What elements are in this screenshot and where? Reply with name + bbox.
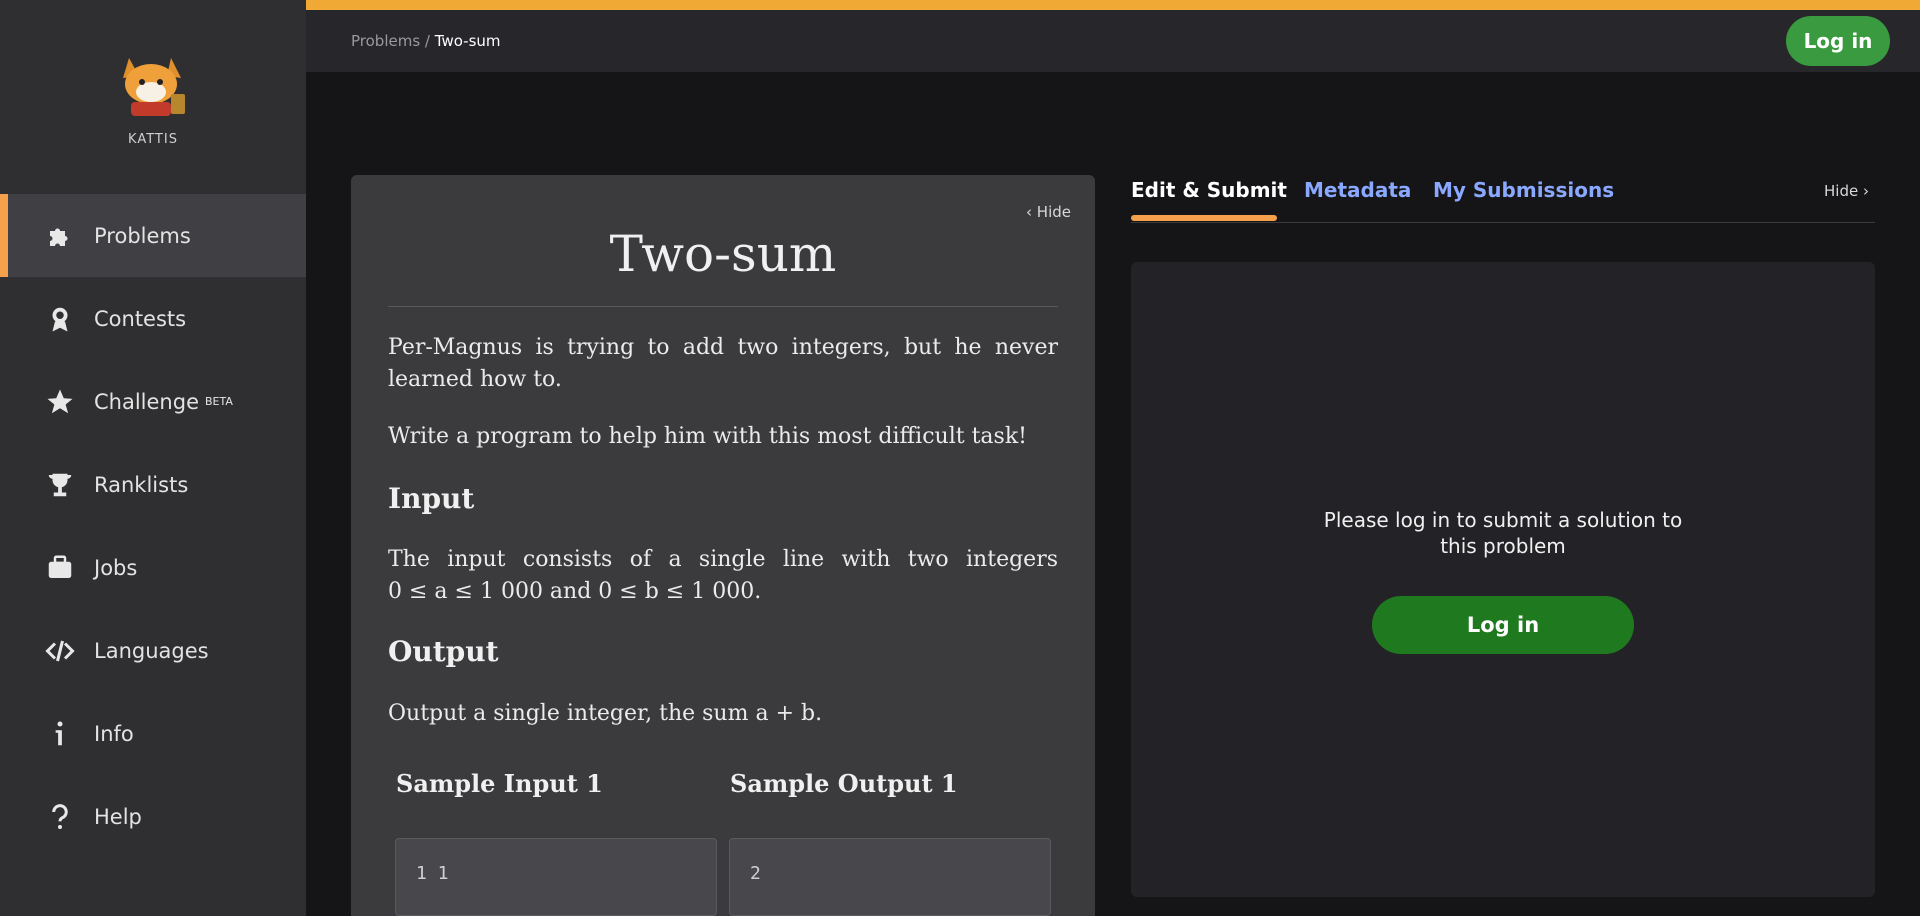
chevron-left-icon: ‹	[1026, 203, 1033, 221]
award-icon	[44, 303, 76, 335]
input-heading: Input	[388, 482, 475, 515]
breadcrumb: Problems / Two-sum	[351, 32, 501, 50]
trophy-icon	[44, 469, 76, 501]
sidebar-nav: Problems Contests Challenge BETA Ranklis…	[0, 194, 306, 858]
sidebar-item-jobs[interactable]: Jobs	[0, 526, 306, 609]
breadcrumb-separator: /	[424, 32, 430, 50]
header-login-button[interactable]: Log in	[1786, 16, 1890, 66]
output-text: Output a single integer, the sum a + b.	[388, 701, 823, 726]
sidebar-item-label: Ranklists	[94, 472, 189, 497]
login-message-line-2: this problem	[1440, 534, 1566, 558]
sidebar-item-languages[interactable]: Languages	[0, 609, 306, 692]
submit-panel: Please log in to submit a solution to th…	[1131, 262, 1875, 897]
active-tab-indicator	[1131, 215, 1277, 221]
top-bar: Problems / Two-sum Log in	[306, 10, 1920, 72]
hide-label: Hide	[1036, 203, 1071, 221]
breadcrumb-current: Two-sum	[434, 32, 501, 50]
tab-my-submissions[interactable]: My Submissions	[1433, 178, 1614, 202]
sidebar-item-label: Jobs	[94, 555, 138, 580]
hide-submit-toggle[interactable]: Hide ›	[1824, 182, 1869, 200]
input-text-line-1: The input consists of a single line with…	[388, 547, 1058, 572]
tab-metadata[interactable]: Metadata	[1304, 178, 1411, 202]
hide-problem-toggle[interactable]: ‹ Hide	[1026, 203, 1071, 221]
sample-output-heading: Sample Output 1	[730, 769, 958, 798]
sidebar-item-label: Challenge	[94, 389, 199, 414]
sidebar-item-help[interactable]: Help	[0, 775, 306, 858]
sample-input-heading: Sample Input 1	[396, 769, 603, 798]
problem-panel: ‹ Hide Two-sum Per-Magnus is trying to a…	[351, 175, 1095, 916]
puzzle-icon	[44, 220, 76, 252]
kattis-cat-logo-icon	[109, 50, 197, 120]
info-icon	[44, 718, 76, 750]
logo-label: KATTIS	[128, 132, 178, 147]
breadcrumb-problems-link[interactable]: Problems	[351, 32, 420, 50]
sidebar-item-problems[interactable]: Problems	[0, 194, 306, 277]
star-icon	[44, 386, 76, 418]
problem-intro-1: Per-Magnus is trying to add two integers…	[388, 335, 1058, 392]
login-message-line-1: Please log in to submit a solution to	[1323, 508, 1683, 532]
beta-badge: BETA	[205, 395, 233, 408]
sidebar-item-label: Help	[94, 804, 142, 829]
hide-label: Hide	[1824, 182, 1859, 200]
sample-output-box[interactable]: 2	[729, 838, 1051, 916]
sidebar-item-label: Info	[94, 721, 134, 746]
input-text-line-2: 0 ≤ a ≤ 1 000 and 0 ≤ b ≤ 1 000.	[388, 579, 762, 604]
briefcase-icon	[44, 552, 76, 584]
login-required-message: Please log in to submit a solution to th…	[1131, 507, 1875, 559]
code-icon	[44, 635, 76, 667]
submit-tabs: Edit & Submit Metadata My Submissions Hi…	[1131, 178, 1875, 223]
submit-login-button[interactable]: Log in	[1372, 596, 1634, 654]
sidebar: KATTIS Problems Contests Challenge BETA	[0, 0, 306, 916]
sidebar-item-info[interactable]: Info	[0, 692, 306, 775]
sample-input-box[interactable]: 1 1	[395, 838, 717, 916]
problem-title: Two-sum	[609, 225, 837, 283]
output-heading: Output	[388, 635, 499, 668]
title-divider	[388, 306, 1058, 307]
sidebar-item-ranklists[interactable]: Ranklists	[0, 443, 306, 526]
sidebar-item-label: Contests	[94, 306, 187, 331]
sidebar-item-label: Problems	[94, 223, 191, 248]
logo[interactable]: KATTIS	[0, 50, 306, 147]
question-icon	[44, 801, 76, 833]
sidebar-item-label: Languages	[94, 638, 209, 663]
sidebar-item-challenge[interactable]: Challenge BETA	[0, 360, 306, 443]
tab-edit-submit[interactable]: Edit & Submit	[1131, 178, 1287, 202]
sidebar-item-contests[interactable]: Contests	[0, 277, 306, 360]
chevron-right-icon: ›	[1863, 182, 1869, 200]
top-accent-stripe	[306, 0, 1920, 10]
problem-intro-2: Write a program to help him with this mo…	[388, 424, 1027, 449]
